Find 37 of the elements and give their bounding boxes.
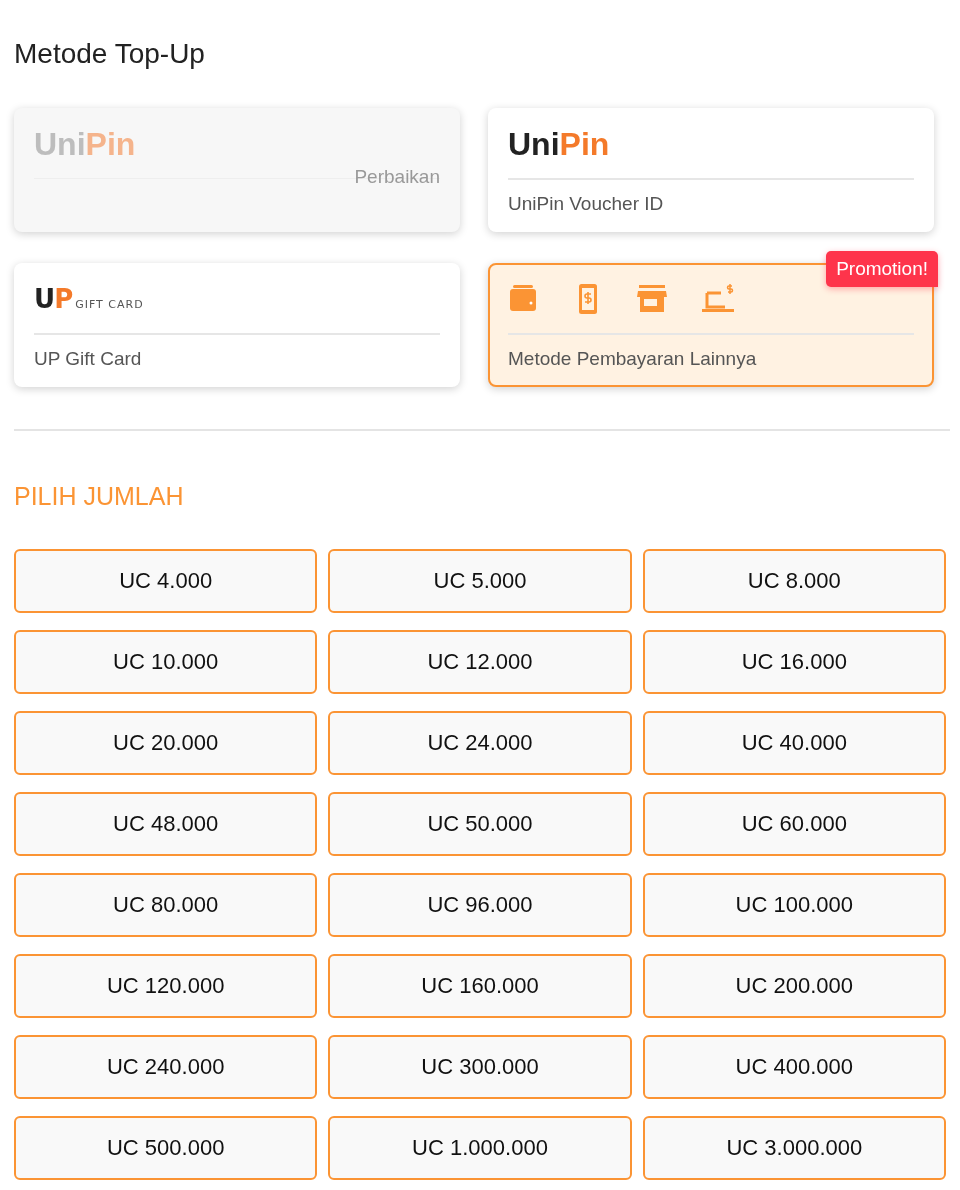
amount-option[interactable]: UC 160.000 [328, 954, 632, 1018]
method-label: Metode Pembayaran Lainnya [508, 347, 758, 370]
amount-option[interactable]: UC 100.000 [642, 873, 946, 937]
method-label: UP Gift Card [34, 347, 143, 370]
method-label: UniPin Voucher ID [508, 192, 665, 215]
amount-option[interactable]: UC 500.000 [14, 1116, 318, 1180]
amount-option[interactable]: UC 50.000 [328, 792, 632, 856]
amount-option[interactable]: UC 120.000 [14, 954, 318, 1018]
amount-option[interactable]: UC 12.000 [328, 630, 632, 694]
payment-method-card[interactable]: UP GIFT CARD UP Gift Card [14, 263, 460, 387]
section-title: Metode Top-Up [14, 37, 206, 71]
amount-option[interactable]: UC 48.000 [14, 792, 318, 856]
amount-option[interactable]: UC 3.000.000 [642, 1116, 946, 1180]
amount-option[interactable]: UC 200.000 [642, 954, 946, 1018]
amount-option[interactable]: UC 60.000 [642, 792, 946, 856]
amount-option[interactable]: UC 40.000 [642, 711, 946, 775]
laptop-dollar-icon [700, 283, 736, 315]
amount-option[interactable]: UC 20.000 [14, 711, 318, 775]
logo: UP GIFT CARD [34, 286, 144, 312]
amount-option[interactable]: UC 96.000 [328, 873, 632, 937]
amount-option[interactable]: UC 5.000 [328, 549, 632, 613]
amount-option[interactable]: UC 400.000 [642, 1035, 946, 1099]
amount-option[interactable]: UC 80.000 [14, 873, 318, 937]
amount-option[interactable]: UC 16.000 [642, 630, 946, 694]
amount-option[interactable]: UC 10.000 [14, 630, 318, 694]
logo: UniPin [508, 128, 610, 160]
promotion-badge: Promotion! [826, 251, 938, 287]
amount-option[interactable]: UC 240.000 [14, 1035, 318, 1099]
amount-option[interactable]: UC 4.000 [14, 549, 318, 613]
amount-option[interactable]: UC 8.000 [642, 549, 946, 613]
amount-option[interactable]: UC 300.000 [328, 1035, 632, 1099]
status-label: Perbaikan [354, 166, 440, 188]
section-heading: PILIH JUMLAH [14, 481, 185, 511]
amount-option[interactable]: UC 24.000 [328, 711, 632, 775]
payment-method-card[interactable]: UniPin UniPin Voucher ID [488, 108, 934, 232]
amount-option[interactable]: UC 1.000.000 [328, 1116, 632, 1180]
logo: UniPin [34, 128, 136, 160]
